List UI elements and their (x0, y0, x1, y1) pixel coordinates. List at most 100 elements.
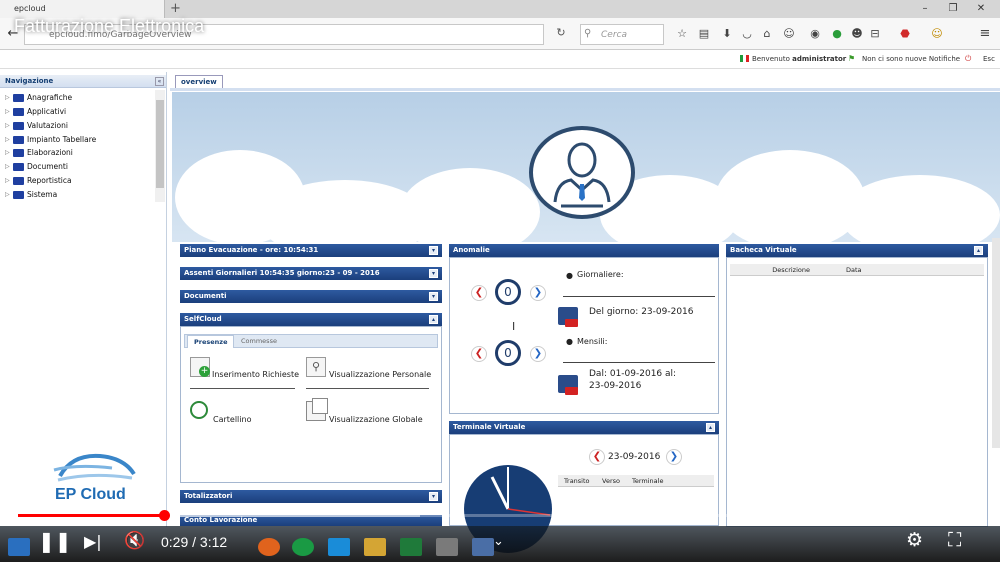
search-input[interactable]: Cerca (580, 24, 664, 45)
sidebar-item-valutazioni[interactable]: ▷ Valutazioni (5, 119, 155, 132)
panel-selfcloud[interactable]: SelfCloud (180, 313, 442, 326)
panel-anomalie[interactable]: Anomalie (449, 244, 719, 257)
adblock-icon[interactable]: ⬣ (898, 27, 912, 41)
app-taskbar-icon[interactable] (436, 538, 458, 556)
collapse-icon[interactable]: ▴ (974, 246, 983, 255)
folder-icon (13, 148, 24, 157)
page-scrollbar[interactable] (992, 238, 1000, 448)
panel-terminale-virtuale[interactable]: Terminale Virtuale (449, 421, 719, 434)
sidebar-item-label: Reportistica (27, 176, 72, 185)
clock-icon[interactable] (190, 401, 208, 419)
smiley-icon[interactable]: ☺ (782, 27, 796, 41)
expand-icon[interactable]: ▾ (429, 246, 438, 255)
sidebar-item-anagrafiche[interactable]: ▷ Anagrafiche (5, 91, 155, 104)
restore-button[interactable]: ❐ (940, 0, 966, 18)
panel-piano-evacuazione[interactable]: Piano Evacuazione - ore: 10:54:31 (180, 244, 442, 257)
settings-gear-icon[interactable]: ⚙ (906, 529, 923, 551)
visualizzazione-personale-link[interactable]: Visualizzazione Personale (329, 370, 431, 379)
reload-button[interactable]: ↻ (553, 26, 569, 42)
print-daily-icon[interactable] (558, 307, 578, 327)
download-icon[interactable]: ⬇ (720, 27, 734, 41)
tab-strip (170, 88, 1000, 91)
folder-icon (13, 93, 24, 102)
panel-documenti[interactable]: Documenti (180, 290, 442, 303)
sidebar-item-reportistica[interactable]: ▷ Reportistica (5, 174, 155, 187)
sidebar-item-label: Valutazioni (27, 121, 68, 130)
panel-assenti-giornalieri[interactable]: Assenti Giornalieri 10:54:35 giorno:23 -… (180, 267, 442, 280)
collapse-icon[interactable]: ▴ (706, 423, 715, 432)
monthly-anomaly-count: 0 (495, 340, 521, 366)
chevron-down-icon[interactable]: ⌄ (493, 534, 504, 549)
pause-button[interactable]: ❚❚ (38, 529, 72, 553)
global-view-icon[interactable] (306, 398, 328, 421)
browser-tab-title: epcloud (14, 4, 46, 13)
panel-bacheca-virtuale[interactable]: Bacheca Virtuale (726, 244, 988, 257)
col-verso[interactable]: Verso (598, 475, 628, 487)
ghost-icon[interactable]: ☻ (850, 27, 864, 41)
explorer-taskbar-icon[interactable] (364, 538, 386, 556)
exit-link[interactable]: Esc (983, 55, 995, 63)
sidebar-item-applicativi[interactable]: ▷ Applicativi (5, 105, 155, 118)
sidebar-item-label: Documenti (27, 162, 68, 171)
sidebar-item-label: Applicativi (27, 107, 67, 116)
skype-taskbar-icon[interactable] (328, 538, 350, 556)
sidebar-collapse-button[interactable]: « (155, 77, 164, 86)
cartellino-link[interactable]: Cartellino (213, 415, 251, 424)
col-descrizione[interactable]: Descrizione (730, 264, 826, 276)
windows-start-icon[interactable] (8, 538, 30, 556)
sidebar-item-elaborazioni[interactable]: ▷ Elaborazioni (5, 146, 155, 159)
mute-button[interactable]: 🔇 (124, 531, 145, 551)
ep-cloud-logo: EP Cloud (55, 486, 126, 503)
col-terminale[interactable]: Terminale (628, 475, 688, 487)
new-request-icon[interactable]: + (190, 357, 210, 377)
sidebar-item-documenti[interactable]: ▷ Documenti (5, 160, 155, 173)
pocket-icon[interactable]: ◡ (740, 27, 754, 41)
col-transito[interactable]: Transito (558, 475, 598, 487)
close-window-button[interactable]: ✕ (968, 0, 994, 18)
bookmark-star-icon[interactable]: ☆ (675, 27, 689, 41)
expand-icon[interactable]: ▾ (429, 269, 438, 278)
window-taskbar-icon[interactable] (472, 538, 494, 556)
exit-fullscreen-icon[interactable]: ⛶ (948, 529, 961, 551)
sidebar-item-label: Sistema (27, 190, 58, 199)
print-monthly-icon[interactable] (558, 375, 578, 395)
sidebar-item-impianto-tabellare[interactable]: ▷ Impianto Tabellare (5, 133, 155, 146)
excel-taskbar-icon[interactable] (400, 538, 422, 556)
inserimento-richieste-link[interactable]: Inserimento Richieste (212, 370, 299, 379)
panel-title: Bacheca Virtuale (730, 246, 797, 254)
expand-icon[interactable]: ▾ (429, 292, 438, 301)
sidebar-scrollbar-thumb[interactable] (156, 100, 164, 188)
prev-monthly-button[interactable]: ❮ (471, 346, 487, 362)
chrome-taskbar-icon[interactable] (292, 538, 314, 556)
prev-date-button[interactable]: ❮ (589, 449, 605, 465)
home-icon[interactable]: ⌂ (760, 27, 774, 41)
user-name: administrator (792, 55, 847, 63)
prev-daily-button[interactable]: ❮ (471, 285, 487, 301)
progress-played (18, 514, 164, 517)
magnifier-icon[interactable]: ⚲ (306, 357, 326, 377)
visualizzazione-globale-link[interactable]: Visualizzazione Globale (329, 415, 423, 424)
tab-commesse[interactable]: Commesse (235, 335, 283, 348)
progress-scrubber[interactable] (159, 510, 170, 521)
expand-icon[interactable]: ▾ (429, 492, 438, 501)
panel-totalizzatori[interactable]: Totalizzatori (180, 490, 442, 503)
folder-icon (13, 135, 24, 144)
tab-overview[interactable]: overview (175, 75, 223, 89)
extension-green-icon[interactable]: ● (830, 27, 844, 41)
screenshot-icon[interactable]: ⊟ (868, 27, 882, 41)
badge-icon[interactable]: ◉ (808, 27, 822, 41)
notifications-text[interactable]: Non ci sono nuove Notifiche (862, 55, 960, 63)
menu-icon[interactable]: ≡ (978, 27, 992, 41)
minimize-button[interactable]: – (912, 0, 938, 18)
tab-presenze[interactable]: Presenze (187, 335, 235, 348)
next-daily-button[interactable]: ❯ (530, 285, 546, 301)
sidebar-item-sistema[interactable]: ▷ Sistema (5, 188, 155, 201)
firefox-taskbar-icon[interactable] (258, 538, 280, 556)
addon-icon[interactable]: ☺ (930, 27, 944, 41)
col-data[interactable]: Data (826, 264, 886, 276)
next-monthly-button[interactable]: ❯ (530, 346, 546, 362)
reading-list-icon[interactable]: ▤ (697, 27, 711, 41)
next-video-button[interactable]: ▶| (84, 532, 102, 551)
collapse-icon[interactable]: ▴ (429, 315, 438, 324)
next-date-button[interactable]: ❯ (666, 449, 682, 465)
